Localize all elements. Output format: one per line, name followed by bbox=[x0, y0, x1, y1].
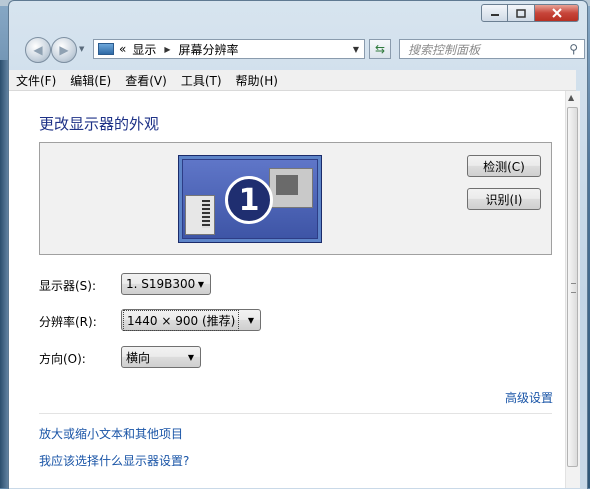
display-select[interactable]: 1. S19B300 ▼ bbox=[121, 273, 211, 295]
search-box[interactable]: 搜索控制面板 ⚲ bbox=[399, 39, 585, 59]
resolution-select[interactable]: 1440 × 900 (推荐) ▼ bbox=[121, 309, 261, 331]
display-label: 显示器(S): bbox=[39, 279, 97, 293]
menu-bar: 文件(F) 编辑(E) 查看(V) 工具(T) 帮助(H) bbox=[9, 70, 576, 91]
chevron-down-icon: ▼ bbox=[187, 352, 194, 362]
menu-view[interactable]: 查看(V) bbox=[118, 72, 174, 89]
identify-button[interactable]: 识别(I) bbox=[467, 188, 541, 210]
monitor-screen: 1 bbox=[183, 160, 317, 238]
breadcrumb-separator-icon[interactable]: ▶ bbox=[164, 45, 170, 54]
search-icon: ⚲ bbox=[569, 42, 578, 56]
back-button[interactable]: ◀ bbox=[25, 37, 51, 63]
navigation-bar: ◀ ▶ ▼ « 显示 ▶ 屏幕分辨率 ▼ ⇆ 搜索控制面板 ⚲ bbox=[17, 31, 587, 65]
close-button[interactable] bbox=[535, 4, 579, 22]
search-placeholder: 搜索控制面板 bbox=[408, 42, 481, 57]
menu-tools[interactable]: 工具(T) bbox=[174, 72, 229, 89]
forward-button[interactable]: ▶ bbox=[51, 37, 77, 63]
chevron-down-icon: ▼ bbox=[247, 315, 254, 325]
vertical-scrollbar[interactable]: ▲ bbox=[565, 91, 580, 488]
recent-pages-dropdown[interactable]: ▼ bbox=[79, 45, 84, 53]
address-dropdown-icon[interactable]: ▼ bbox=[348, 45, 364, 54]
maximize-button[interactable] bbox=[508, 4, 535, 22]
monitor-1-thumbnail[interactable]: 1 bbox=[178, 155, 322, 243]
display-preview-area: 1 检测(C) 识别(I) bbox=[39, 142, 552, 255]
breadcrumb-screen-resolution[interactable]: 屏幕分辨率 bbox=[179, 41, 239, 58]
breadcrumb-display[interactable]: 显示 bbox=[132, 41, 156, 58]
forward-arrow-icon: ▶ bbox=[59, 43, 69, 57]
content-pane: 更改显示器的外观 1 检测(C) 识别(I) 显示器(S): 1. S19B30… bbox=[9, 91, 565, 488]
detect-button[interactable]: 检测(C) bbox=[467, 155, 541, 177]
orientation-label: 方向(O): bbox=[39, 352, 86, 366]
scroll-up-icon[interactable]: ▲ bbox=[568, 93, 574, 102]
minimize-button[interactable] bbox=[481, 4, 508, 22]
address-bar[interactable]: « 显示 ▶ 屏幕分辨率 ▼ bbox=[93, 39, 365, 59]
menu-edit[interactable]: 编辑(E) bbox=[63, 72, 118, 89]
window-controls bbox=[481, 4, 579, 22]
orientation-select[interactable]: 横向 ▼ bbox=[121, 346, 201, 368]
advanced-settings-link[interactable]: 高级设置 bbox=[505, 389, 553, 406]
chevron-down-icon: ▼ bbox=[197, 279, 204, 289]
back-arrow-icon: ◀ bbox=[33, 43, 43, 57]
display-select-value: 1. S19B300 bbox=[126, 277, 196, 291]
refresh-icon: ⇆ bbox=[374, 42, 386, 56]
close-icon bbox=[551, 8, 562, 18]
document-thumbnail-icon bbox=[185, 195, 215, 235]
window-thumbnail-icon bbox=[269, 168, 313, 208]
menu-file[interactable]: 文件(F) bbox=[9, 72, 63, 89]
page-title: 更改显示器的外观 bbox=[39, 115, 160, 133]
address-prefix: « bbox=[119, 42, 127, 56]
resolution-select-value: 1440 × 900 (推荐) bbox=[123, 309, 240, 331]
display-settings-help-link[interactable]: 我应该选择什么显示器设置? bbox=[39, 452, 189, 469]
scrollbar-thumb[interactable] bbox=[567, 107, 578, 467]
monitor-number-badge: 1 bbox=[225, 176, 273, 224]
divider bbox=[39, 413, 552, 414]
orientation-select-value: 横向 bbox=[126, 350, 151, 365]
maximize-icon bbox=[516, 8, 526, 18]
resolution-label: 分辨率(R): bbox=[39, 315, 97, 329]
refresh-button[interactable]: ⇆ bbox=[369, 39, 391, 59]
text-size-link[interactable]: 放大或缩小文本和其他项目 bbox=[39, 425, 183, 442]
menu-help[interactable]: 帮助(H) bbox=[229, 72, 285, 89]
minimize-icon bbox=[490, 14, 499, 16]
control-panel-icon bbox=[98, 43, 114, 55]
